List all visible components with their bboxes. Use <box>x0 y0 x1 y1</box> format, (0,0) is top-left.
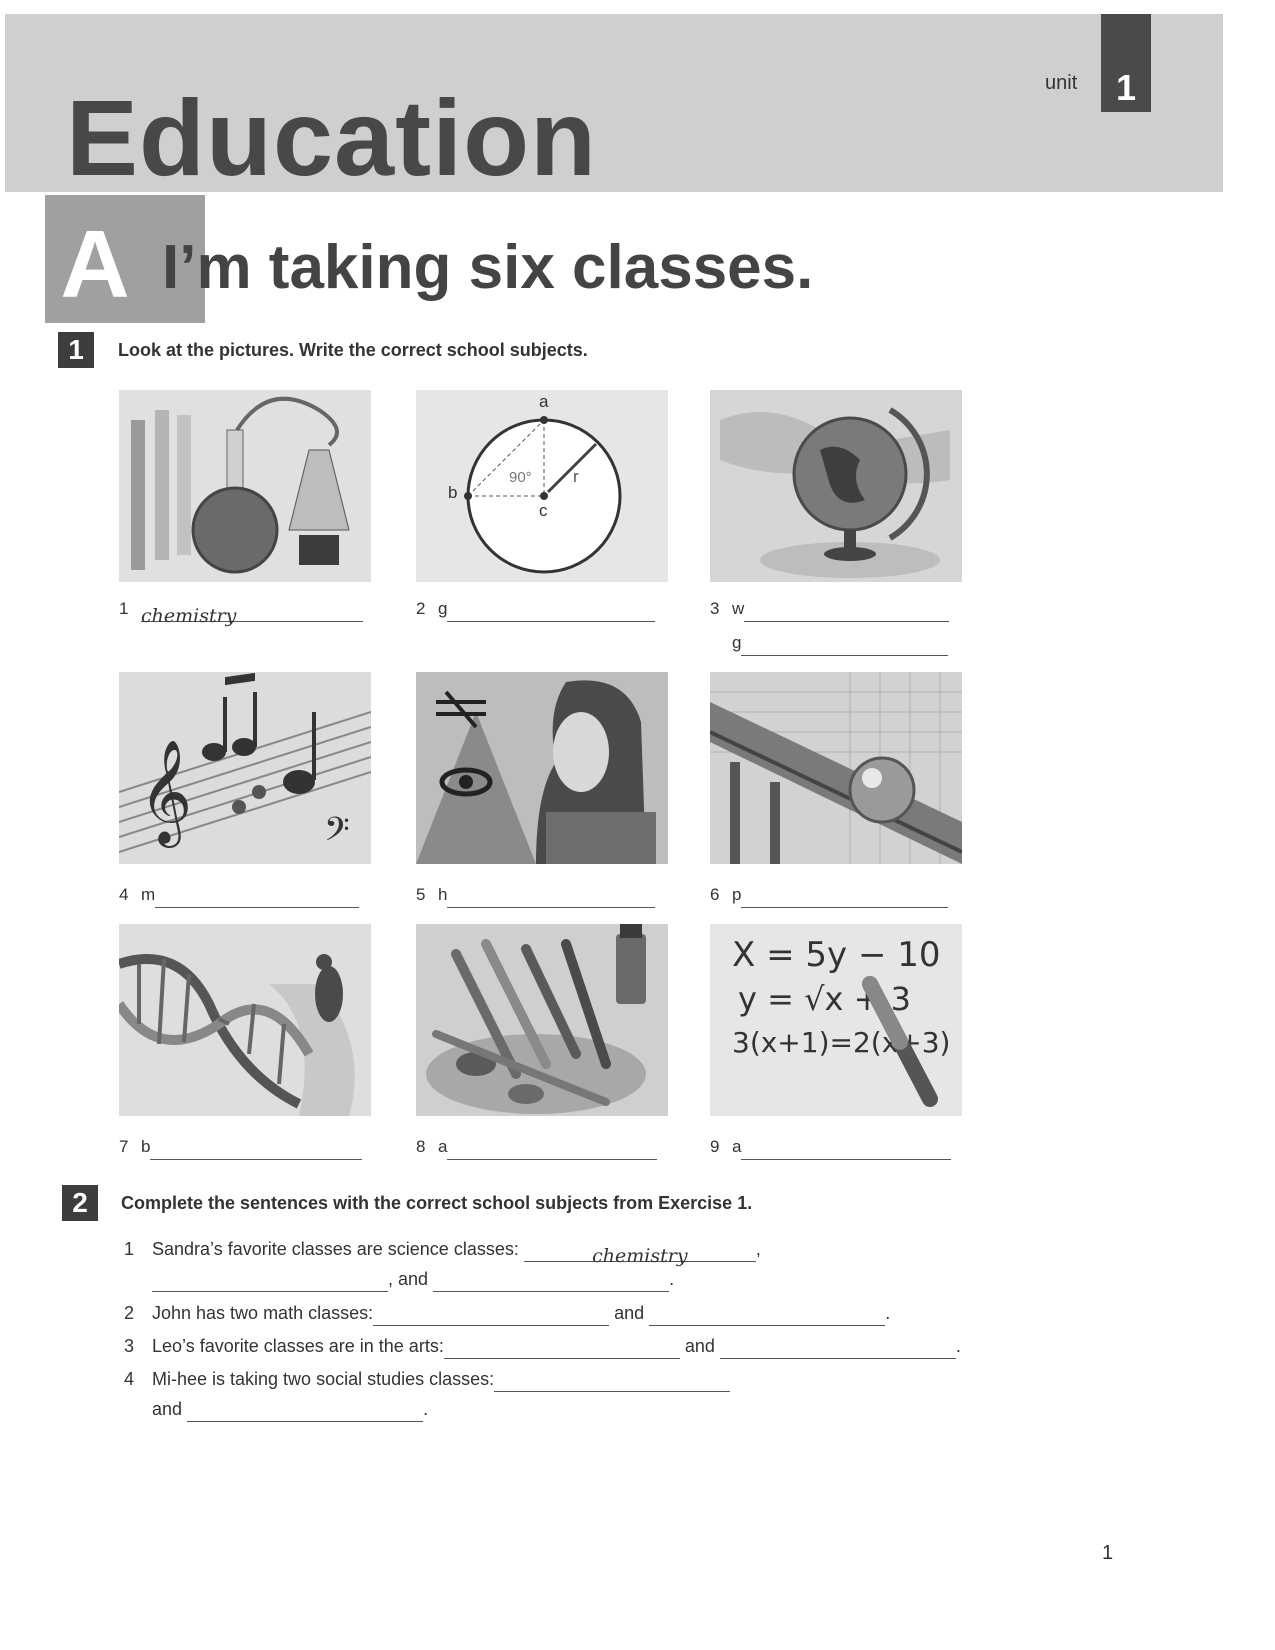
sentence-comma: , <box>755 1239 761 1259</box>
answer-field-8[interactable] <box>447 1141 658 1160</box>
sentence-3: 3 Leo’s favorite classes are in the arts:… <box>124 1333 961 1359</box>
sentence-1: 1 Sandra’s favorite classes are science c… <box>124 1236 761 1267</box>
sentence-1-answer-1[interactable]: chemistry <box>523 1243 756 1267</box>
unit-number: 1 <box>1115 67 1137 108</box>
sentence-number: 2 <box>124 1303 135 1323</box>
lesson-title: I’m taking six classes. <box>162 233 814 302</box>
caption-number: 1 <box>119 599 129 618</box>
physics-ball-ramp-image <box>710 672 962 864</box>
sentence-period: . <box>669 1269 675 1289</box>
caption-start-letter: h <box>438 885 448 904</box>
answer-field-5[interactable] <box>447 889 656 908</box>
answer-field-7[interactable] <box>150 1141 363 1160</box>
caption-number: 9 <box>710 1137 720 1156</box>
caption-number: 3 <box>710 599 720 618</box>
sentence-number: 1 <box>124 1239 135 1259</box>
sentence-period: . <box>885 1303 891 1323</box>
diagram-angle-label: 90° <box>509 469 532 486</box>
svg-text:𝄞: 𝄞 <box>139 739 192 848</box>
caption-2: 2g <box>416 596 656 622</box>
caption-start-letter: w <box>732 599 745 618</box>
exercise-1-number: 1 <box>58 332 94 368</box>
page-number: 1 <box>1102 1542 1114 1564</box>
caption-3-second-line: g <box>732 630 949 656</box>
sentence-and: and <box>614 1303 645 1323</box>
answer-field-6[interactable] <box>741 889 949 908</box>
sentence-1-continued: , and . <box>152 1266 674 1292</box>
caption-start-letter: a <box>732 1137 742 1156</box>
caption-number: 4 <box>119 885 129 904</box>
caption-start-letter: a <box>438 1137 448 1156</box>
caption-number: 7 <box>119 1137 129 1156</box>
diagram-label-r: r <box>573 467 579 486</box>
diagram-label-b: b <box>448 483 457 502</box>
equation-3: 3(x+1)=2(x+3) <box>732 1026 950 1059</box>
music-notes-image: 𝄞 𝄢 <box>119 672 371 864</box>
sentence-text: Leo’s favorite classes are in the arts: <box>152 1336 444 1356</box>
answer-field-4[interactable] <box>155 889 360 908</box>
sentence-4: 4 Mi-hee is taking two social studies cla… <box>124 1366 731 1392</box>
caption-number: 5 <box>416 885 426 904</box>
sentence-1-answer-2[interactable] <box>152 1273 388 1292</box>
caption-start-letter: g <box>438 599 448 618</box>
sentence-3-answer-1[interactable] <box>443 1340 680 1359</box>
sentence-number: 4 <box>124 1369 135 1389</box>
sentence-and: , and <box>388 1269 429 1289</box>
caption-8: 8a <box>416 1134 658 1160</box>
unit-label: unit <box>1045 72 1078 94</box>
caption-number: 8 <box>416 1137 426 1156</box>
caption-number: 2 <box>416 599 426 618</box>
sentence-4-answer-2[interactable] <box>187 1403 424 1422</box>
answer-field-9[interactable] <box>741 1141 952 1160</box>
sentence-2-answer-1[interactable] <box>373 1307 610 1326</box>
art-brushes-image <box>416 924 668 1116</box>
exercise-1-instruction: Look at the pictures. Write the correct … <box>118 340 588 360</box>
sentence-number: 3 <box>124 1336 135 1356</box>
svg-text:𝄢: 𝄢 <box>324 811 350 857</box>
algebra-equations-image: X = 5y − 10 y = √x + 3 3(x+1)=2(x+3) <box>710 924 962 1116</box>
caption-start-letter: g <box>732 633 742 652</box>
sentence-1-answer-3[interactable] <box>433 1273 670 1292</box>
exercise-2-number: 2 <box>62 1185 98 1221</box>
caption-start-letter: m <box>141 885 156 904</box>
exercise-2-instruction: Complete the sentences with the correct … <box>121 1193 753 1213</box>
caption-5: 5h <box>416 882 656 908</box>
answer-field-3b[interactable] <box>741 637 949 656</box>
answer-field-1[interactable]: chemistry <box>141 603 363 627</box>
chemistry-flasks-image <box>119 390 371 582</box>
sentence-text: John has two math classes: <box>152 1303 374 1323</box>
sentence-and: and <box>152 1399 183 1419</box>
caption-start-letter: b <box>141 1137 151 1156</box>
sentence-4-continued: and . <box>152 1396 428 1422</box>
answer-field-3[interactable] <box>744 603 950 622</box>
caption-7: 7b <box>119 1134 363 1160</box>
sentence-period: . <box>955 1336 961 1356</box>
sentence-text: Mi-hee is taking two social studies clas… <box>152 1369 495 1389</box>
geometry-circle-image: a b c r 90° <box>416 390 668 582</box>
answer-field-2[interactable] <box>447 603 656 622</box>
equation-1: X = 5y − 10 <box>732 935 941 975</box>
caption-start-letter: p <box>732 885 742 904</box>
diagram-label-a: a <box>539 392 549 411</box>
caption-1: 1 chemistry <box>119 596 363 627</box>
sentence-2: 2 John has two math classes: and . <box>124 1300 890 1326</box>
sentence-4-answer-1[interactable] <box>494 1373 731 1392</box>
sentence-3-answer-2[interactable] <box>719 1340 956 1359</box>
caption-number: 6 <box>710 885 720 904</box>
diagram-label-c: c <box>539 501 548 520</box>
sentence-text: Sandra’s favorite classes are science cl… <box>152 1239 519 1259</box>
page-title: Education <box>66 77 598 198</box>
sentence-and: and <box>684 1336 715 1356</box>
dna-beetle-image <box>119 924 371 1116</box>
caption-9: 9a <box>710 1134 952 1160</box>
caption-3: 3w <box>710 596 950 622</box>
globe-image <box>710 390 962 582</box>
sentence-2-answer-2[interactable] <box>649 1307 886 1326</box>
sentence-period: . <box>423 1399 429 1419</box>
caption-4: 4m <box>119 882 360 908</box>
caption-6: 6p <box>710 882 949 908</box>
lesson-letter: A <box>60 211 130 318</box>
egyptian-history-image <box>416 672 668 864</box>
